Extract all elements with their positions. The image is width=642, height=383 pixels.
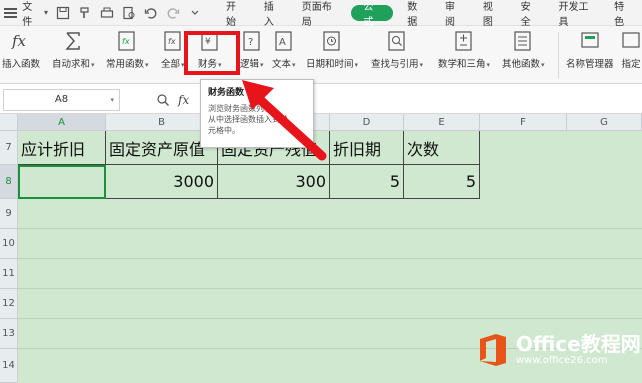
logic-functions-button[interactable]: ? 逻辑▾	[240, 30, 264, 70]
row-header-12[interactable]: 12	[0, 289, 18, 319]
tab-formulas[interactable]: 公式	[351, 2, 394, 28]
finance-highlight-box	[184, 31, 240, 75]
define-name-icon	[620, 30, 642, 52]
tab-developer[interactable]: 开发工具	[549, 0, 605, 28]
tooltip-title: 财务函数	[208, 88, 245, 98]
svg-text:fx: fx	[122, 37, 130, 46]
define-name-button[interactable]: 指定	[620, 30, 642, 70]
zoom-icon[interactable]	[156, 93, 170, 107]
hamburger-menu-icon[interactable]	[4, 7, 18, 18]
all-functions-icon: fx	[162, 30, 184, 52]
row-header-10[interactable]: 10	[0, 229, 18, 259]
office-logo-icon	[480, 334, 506, 366]
grid-line	[18, 228, 642, 229]
lookup-icon	[386, 30, 408, 52]
insert-function-button[interactable]: fx 插入函数	[2, 30, 40, 70]
column-header-e[interactable]: E	[404, 114, 480, 131]
common-functions-button[interactable]: fx 常用函数▾	[106, 30, 149, 70]
svg-text:?: ?	[248, 37, 253, 48]
autosum-button[interactable]: 自动求和▾	[52, 30, 95, 70]
watermark-url: www.office26.com	[516, 355, 608, 366]
math-icon	[453, 30, 475, 52]
svg-text:A: A	[279, 37, 286, 48]
grid-line	[18, 258, 642, 259]
cell-a7[interactable]: 应计折旧	[18, 131, 106, 165]
tab-home[interactable]: 开始	[216, 0, 254, 28]
all-functions-button[interactable]: fx 全部▾	[161, 30, 185, 70]
tab-insert[interactable]: 插入	[254, 0, 292, 28]
column-header-a[interactable]: A	[18, 114, 106, 131]
menu-bar: 文件 ▾ 开始 插入 页面布局 公式 数据 审阅 视图 安全 开发工具 特色	[0, 0, 642, 28]
fx-icon: fx	[10, 30, 32, 52]
tab-view[interactable]: 视图	[473, 0, 511, 28]
chevron-down-icon[interactable]: ▾	[44, 8, 48, 17]
cell-d8[interactable]: 5	[330, 165, 404, 199]
row-header-11[interactable]: 11	[0, 259, 18, 289]
row-header-9[interactable]: 9	[0, 199, 18, 229]
ribbon-separator	[558, 32, 559, 78]
tab-page-layout[interactable]: 页面布局	[292, 0, 348, 28]
name-manager-button[interactable]: 名称管理器	[566, 30, 614, 70]
tab-security[interactable]: 安全	[511, 0, 549, 28]
formula-bar: A8 ▾ fx	[0, 86, 642, 114]
paintbrush-icon[interactable]	[78, 6, 92, 20]
column-header-f[interactable]: F	[480, 114, 567, 131]
lookup-reference-button[interactable]: 查找与引用▾	[371, 30, 423, 70]
other-functions-icon	[512, 30, 534, 52]
svg-text:fx: fx	[168, 37, 176, 46]
tab-special[interactable]: 特色	[604, 0, 642, 28]
save-icon[interactable]	[56, 6, 70, 20]
finance-tooltip: 财务函数 浏览财务函数列表， 从中选择函数插入到单 元格中。	[200, 79, 314, 148]
ribbon-tabs: 开始 插入 页面布局 公式 数据 审阅 视图 安全 开发工具 特色	[216, 0, 642, 28]
row-header-7[interactable]: 7	[0, 131, 18, 165]
cell-e7[interactable]: 次数	[404, 131, 480, 165]
file-menu[interactable]: 文件	[22, 0, 41, 28]
math-trig-button[interactable]: 数学和三角▾	[438, 30, 490, 70]
chevron-down-icon[interactable]: ▾	[110, 96, 114, 104]
datetime-functions-button[interactable]: 日期和时间▾	[306, 30, 358, 70]
logic-icon: ?	[241, 30, 263, 52]
select-all-corner[interactable]	[0, 114, 18, 131]
grid-line	[18, 318, 642, 319]
office-watermark: Office教程网 www.office26.com	[474, 331, 641, 369]
name-box[interactable]: A8 ▾	[3, 88, 120, 111]
undo-icon[interactable]	[144, 6, 158, 20]
column-header-d[interactable]: D	[330, 114, 404, 131]
cell-a8[interactable]	[18, 165, 106, 199]
cell-d7[interactable]: 折旧期	[330, 131, 404, 165]
redo-icon[interactable]	[166, 6, 180, 20]
formula-ribbon: fx 插入函数 自动求和▾ fx 常用函数▾ fx 全部▾ ¥ 财务▾ ? 逻辑…	[0, 26, 642, 84]
cell-e8[interactable]: 5	[404, 165, 480, 199]
clock-icon	[321, 30, 343, 52]
insert-function-fx-button[interactable]: fx	[178, 93, 189, 107]
cell-b8[interactable]: 3000	[106, 165, 218, 199]
watermark-title: Office教程网	[516, 332, 641, 356]
print-icon[interactable]	[100, 6, 114, 20]
cell-c8[interactable]: 300	[218, 165, 330, 199]
name-manager-icon	[579, 30, 601, 52]
tab-data[interactable]: 数据	[397, 0, 435, 28]
svg-text:fx: fx	[11, 32, 27, 50]
customize-caret-icon[interactable]	[188, 6, 202, 20]
row-header-13[interactable]: 13	[0, 319, 18, 349]
tab-review[interactable]: 审阅	[435, 0, 473, 28]
column-header-g[interactable]: G	[567, 114, 642, 131]
grid-line	[18, 288, 642, 289]
text-icon: A	[273, 30, 295, 52]
tooltip-body: 浏览财务函数列表， 从中选择函数插入到单 元格中。	[208, 104, 288, 135]
sigma-icon	[62, 30, 84, 52]
common-functions-icon: fx	[116, 30, 138, 52]
row-header-14[interactable]: 14	[0, 349, 18, 383]
row-header-8[interactable]: 8	[0, 165, 18, 199]
print-preview-icon[interactable]	[122, 6, 136, 20]
text-functions-button[interactable]: A 文本▾	[272, 30, 296, 70]
other-functions-button[interactable]: 其他函数▾	[502, 30, 545, 70]
